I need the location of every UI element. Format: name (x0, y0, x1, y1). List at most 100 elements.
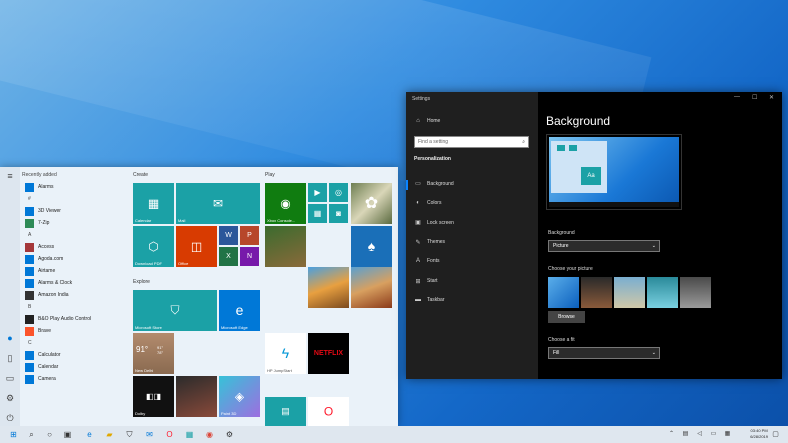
nav-item-fonts[interactable]: A Fonts (414, 258, 440, 264)
news-tile[interactable] (176, 376, 217, 417)
app-list-item[interactable]: B&O Play Audio Control (22, 313, 122, 325)
palette-icon: ◐ (416, 199, 420, 206)
settings-sidebar: Settings ⌂ Home Find a setting ⌕ Persona… (406, 92, 538, 379)
paint3d-tile[interactable]: ◈ Paint 3D (219, 376, 260, 417)
picture-thumbnail[interactable] (614, 277, 645, 308)
background-dropdown[interactable]: Picture ⌄ (548, 240, 660, 252)
app-list-letter[interactable]: C (22, 337, 122, 349)
alarm-icon (25, 182, 34, 192)
search-input[interactable]: Find a setting ⌕ (414, 136, 529, 148)
windows-start-icon[interactable]: ⊞ (8, 429, 19, 440)
game-tile[interactable] (308, 267, 349, 308)
chrome-icon[interactable]: ◉ (204, 429, 215, 440)
cards-icon: ♠ (367, 237, 376, 254)
edge-tile[interactable]: e Microsoft Edge (219, 290, 260, 331)
power-icon[interactable]: ⏻ (5, 413, 15, 423)
word-tile[interactable]: W (219, 226, 238, 245)
photos-tile[interactable]: ✿ (351, 183, 392, 224)
picture-thumbnail[interactable] (548, 277, 579, 308)
app-list-item[interactable]: Agoda.com (22, 253, 122, 265)
powerpoint-tile[interactable]: P (240, 226, 259, 245)
app-list-item[interactable]: Airtame (22, 265, 122, 277)
opera-icon[interactable]: O (164, 429, 175, 440)
hp-jumpstart-tile[interactable]: ϟ HP JumpStart (265, 333, 306, 374)
onenote-tile[interactable]: N (240, 247, 259, 266)
camera-tile[interactable]: ◙ (329, 204, 348, 223)
settings-gear-icon[interactable]: ⚙ (224, 429, 235, 440)
brush-icon: ✎ (415, 239, 421, 246)
lock-screen-icon: ▣ (415, 220, 421, 226)
mail-tile[interactable]: ✉ Mail (176, 183, 260, 224)
nav-home[interactable]: ⌂ Home (414, 118, 440, 124)
edge-icon[interactable]: e (84, 429, 95, 440)
nav-item-background[interactable]: ▭ Background (414, 180, 454, 188)
sway-tile[interactable]: ▤ (265, 397, 306, 426)
app-list-item[interactable]: Calculator (22, 349, 122, 361)
search-icon[interactable]: ⌕ (26, 429, 37, 440)
movies-tile[interactable]: ▶ (308, 183, 327, 202)
app-list-item[interactable]: Amazon India (22, 289, 122, 301)
minecraft-tile[interactable] (265, 226, 306, 267)
nav-item-start[interactable]: ⊞ Start (414, 278, 437, 285)
weather-tile[interactable]: 91° 91° 78° New Delhi (133, 333, 174, 374)
mail-icon[interactable]: ✉ (144, 429, 155, 440)
battery-icon[interactable]: ▭ (708, 429, 719, 440)
nav-item-themes[interactable]: ✎ Themes (414, 239, 445, 246)
hamburger-icon[interactable]: ≡ (5, 171, 15, 181)
app-list-item[interactable]: 3D Viewer (22, 205, 122, 217)
pictures-icon[interactable]: ▭ (5, 373, 15, 383)
opera-tile[interactable]: O (308, 397, 349, 426)
download-pdf-tile[interactable]: ⬡ Download PDF (133, 226, 174, 267)
volume-icon[interactable]: ◁ (694, 429, 705, 440)
app-list-item[interactable]: Brave (22, 325, 122, 337)
notifications-icon[interactable]: ▢ (770, 429, 781, 440)
shopping-bag-icon: ⛉ (170, 302, 180, 317)
groove-tile[interactable]: ◎ (329, 183, 348, 202)
flower-icon: ✿ (364, 194, 379, 212)
file-explorer-icon[interactable]: ▰ (104, 429, 115, 440)
nav-item-lock-screen[interactable]: ▣ Lock screen (414, 219, 454, 227)
app-list-letter[interactable]: A (22, 229, 122, 241)
xbox-tile[interactable]: ◉ Xbox Console... (265, 183, 306, 224)
taskbar: ⊞ ⌕ ○ ▣ e ▰ ⛉ ✉ O ▦ ◉ ⚙ ⌃ ▤ ◁ ▭ ▦ 03:40 … (0, 426, 788, 443)
picture-thumbnail[interactable] (680, 277, 711, 308)
documents-icon[interactable]: ▯ (5, 353, 15, 363)
music-icon: ◎ (335, 187, 342, 197)
cortana-icon[interactable]: ○ (44, 429, 55, 440)
app-list-item[interactable]: Alarms & Clock (22, 277, 122, 289)
app-list-item[interactable]: Alarms (22, 181, 122, 193)
chevron-up-icon[interactable]: ⌃ (666, 429, 677, 440)
store-tile[interactable]: ⛉ Microsoft Store (133, 290, 217, 331)
app-icon (25, 266, 34, 276)
picture-thumbnail[interactable] (581, 277, 612, 308)
browse-button[interactable]: Browse (548, 311, 585, 323)
app-list-item[interactable]: Camera (22, 373, 122, 385)
app-icon[interactable]: ▦ (184, 429, 195, 440)
task-view-icon[interactable]: ▣ (62, 429, 73, 440)
office-tile[interactable]: ◫ Office (176, 226, 217, 267)
nav-item-taskbar[interactable]: ▬ Taskbar (414, 297, 445, 303)
dolby-tile[interactable]: ◧◨ Dolby (133, 376, 174, 417)
language-icon[interactable]: ▦ (722, 429, 733, 440)
netflix-tile[interactable]: NETFLIX (308, 333, 349, 374)
app-list-letter[interactable]: # (22, 193, 122, 205)
app-list-item[interactable]: Access (22, 241, 122, 253)
solitaire-tile[interactable]: ♠ (351, 226, 392, 267)
nav-item-colors[interactable]: ◐ Colors (414, 200, 441, 206)
app-list-item[interactable]: 7-Zip (22, 217, 122, 229)
app-list-item[interactable]: Calendar (22, 361, 122, 373)
excel-tile[interactable]: X (219, 247, 238, 266)
fit-dropdown[interactable]: Fill ⌄ (548, 347, 660, 359)
game-tile-2[interactable] (351, 267, 392, 308)
user-avatar-icon[interactable]: ● (5, 333, 15, 343)
store-icon[interactable]: ⛉ (124, 429, 135, 440)
hexagon-icon: ⬡ (148, 238, 159, 253)
calendar-tile[interactable]: ▦ Calendar (133, 183, 174, 224)
settings-gear-icon[interactable]: ⚙ (5, 393, 15, 403)
network-icon[interactable]: ▤ (680, 429, 691, 440)
paint3d-icon: ◈ (234, 388, 245, 403)
picture-thumbnail[interactable] (647, 277, 678, 308)
calculator-tile[interactable]: ▦ (308, 204, 327, 223)
clock[interactable]: 03:40 PM 6/28/2019 (750, 428, 768, 440)
app-list-letter[interactable]: B (22, 301, 122, 313)
